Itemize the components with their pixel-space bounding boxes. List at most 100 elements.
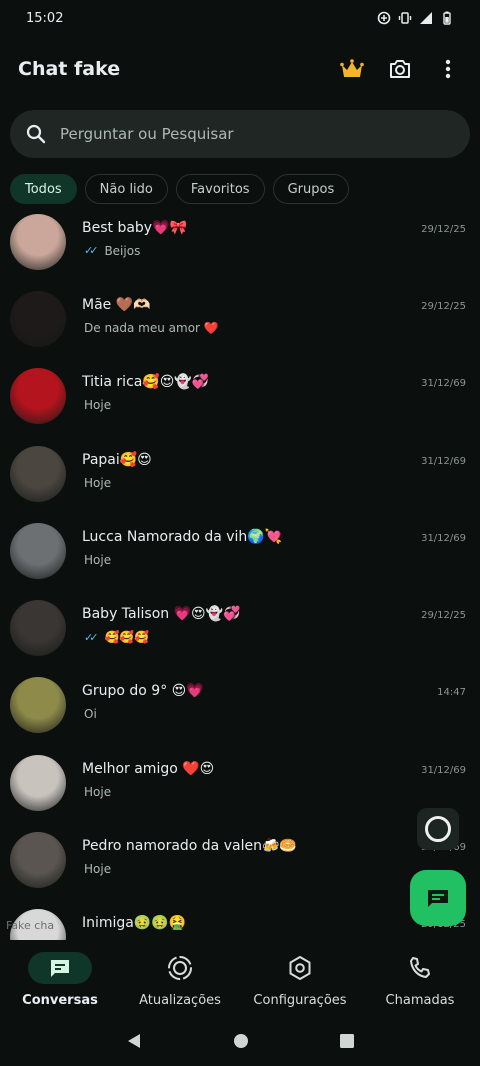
app-bar: Chat fake [0,48,480,90]
data-saver-icon [377,11,391,25]
avatar[interactable] [10,754,66,811]
phone-icon [410,957,430,978]
chat-time: 29/12/25 [421,300,466,312]
search-placeholder: Perguntar ou Pesquisar [60,125,234,143]
avatar[interactable] [10,445,66,502]
chat-row[interactable]: Baby Talison 💗😍👻💞 ✓✓ 🥰🥰🥰 29/12/25 [0,589,480,666]
new-chat-icon [428,890,448,907]
chat-time: 14:47 [437,687,466,699]
search-icon [26,124,46,144]
chat-preview: De nada meu amor ❤️ [84,321,219,335]
avatar[interactable] [10,522,66,579]
chat-preview-text: Hoje [84,552,112,567]
nav-calls[interactable]: Chamadas [360,940,480,1016]
filter-chip-groups[interactable]: Grupos [272,174,350,204]
battery-icon [443,11,451,25]
chat-preview-text: Hoje [84,475,112,490]
chat-name: Papai🥰😍 [82,451,152,468]
chat-row[interactable]: Pedro namorado da valen🍻🥯Hoje31/12/69 [0,821,480,898]
chat-name: Mãe 🤎🫶🏻 [82,296,151,313]
watermark: Fake cha [6,919,55,932]
chat-preview: Oi [84,707,97,721]
meta-ai-button[interactable] [417,808,459,850]
chat-time: 31/12/69 [421,532,466,544]
home-icon[interactable] [233,1033,249,1049]
avatar[interactable] [10,677,66,734]
camera-icon [390,60,410,78]
chat-name: Baby Talison 💗😍👻💞 [82,606,241,623]
chat-row[interactable]: Melhor amigo ❤️😍 Hoje 31/12/69 [0,744,480,821]
back-icon[interactable] [125,1032,143,1050]
nav-label-conversations: Conversas [22,993,98,1008]
chat-row[interactable]: Mãe 🤎🫶🏻 De nada meu amor ❤️ 29/12/25 [0,280,480,357]
chat-row[interactable]: Lucca Namorado da vih🌍💘 Hoje 31/12/69 [0,512,480,589]
status-bar: 15:02 [0,0,480,36]
camera-button[interactable] [386,55,414,83]
chat-time: 31/12/69 [421,455,466,467]
app-title: Chat fake [18,58,121,80]
crown-icon [340,59,364,77]
system-nav [0,1016,480,1066]
avatar[interactable] [10,368,66,425]
meta-ai-icon [425,816,451,842]
chat-preview-text: Hoje [84,398,112,413]
chat-preview-text: Oi [84,707,97,722]
settings-icon [289,956,311,980]
chat-row[interactable]: Papai🥰😍 Hoje 31/12/69 [0,435,480,512]
vibrate-icon [398,12,412,24]
chats-icon [51,960,69,977]
chat-row[interactable]: Grupo do 9° 😍💗 Oi 14:47 [0,667,480,744]
filter-chip-all[interactable]: Todos [10,174,77,204]
chat-preview-text: 🥰🥰🥰 [104,630,150,645]
chat-name: Lucca Namorado da vih🌍💘 [82,528,283,545]
chat-preview-text: Hoje [84,862,112,877]
nav-settings[interactable]: Configurações [240,940,360,1016]
chat-preview: Hoje [84,553,111,567]
nav-conversations[interactable]: Conversas [0,940,120,1016]
chat-preview: Hoje [84,862,111,876]
chat-preview: ✓✓ Beijos [84,244,140,258]
status-updates-icon [168,956,192,980]
chat-time: 29/12/25 [421,223,466,235]
chat-row[interactable]: Best baby💗🎀 ✓✓ Beijos 29/12/25 [0,203,480,280]
search-bar[interactable]: Perguntar ou Pesquisar [10,110,470,158]
avatar[interactable] [10,832,66,889]
chat-preview: Hoje [84,785,111,799]
chat-name: Grupo do 9° 😍💗 [82,683,204,700]
chat-preview-text: Hoje [84,784,112,799]
filter-chip-unread[interactable]: Não lido [84,174,168,204]
chat-time: 29/12/25 [421,610,466,622]
chat-name: Melhor amigo ❤️😍 [82,760,215,777]
chat-preview-text: Beijos [104,243,141,258]
avatar[interactable] [10,290,66,347]
nav-label-settings: Configurações [253,993,347,1008]
new-chat-button[interactable] [410,870,466,926]
filter-chip-favorites[interactable]: Favoritos [175,174,265,204]
read-receipt-icon: ✓✓ [84,630,99,644]
read-receipt-icon: ✓✓ [84,244,99,258]
chat-preview: Hoje [84,398,111,412]
chat-row[interactable]: Titia rica🥰😍👻💞 Hoje 31/12/69 [0,358,480,435]
nav-updates[interactable]: Atualizações [120,940,240,1016]
chat-time: 31/12/69 [421,764,466,776]
chat-preview: Hoje [84,476,111,490]
status-icons [377,11,454,25]
premium-button[interactable] [338,55,366,83]
chat-name: Pedro namorado da valen🍻🥯 [82,838,297,855]
recents-icon[interactable] [339,1033,355,1049]
avatar[interactable] [10,600,66,657]
chat-name: Best baby💗🎀 [82,219,187,236]
chat-preview: ✓✓ 🥰🥰🥰 [84,630,149,644]
more-vert-icon [445,59,451,79]
status-time: 15:02 [26,10,64,26]
more-options-button[interactable] [434,55,462,83]
chat-name: Titia rica🥰😍👻💞 [82,374,210,391]
chat-name: Inimiga🤢🤢🤮 [82,915,187,932]
avatar[interactable] [10,213,66,270]
signal-icon [420,12,432,24]
nav-label-calls: Chamadas [385,993,455,1008]
bottom-nav: Conversas Atualizações Configurações Cha… [0,940,480,1016]
chat-list: Best baby💗🎀 ✓✓ Beijos 29/12/25 Mãe 🤎🫶🏻 De nad… [0,203,480,940]
nav-label-updates: Atualizações [139,993,221,1008]
chat-row[interactable]: Inimiga🤢🤢🤮29/12/25 [0,899,480,940]
